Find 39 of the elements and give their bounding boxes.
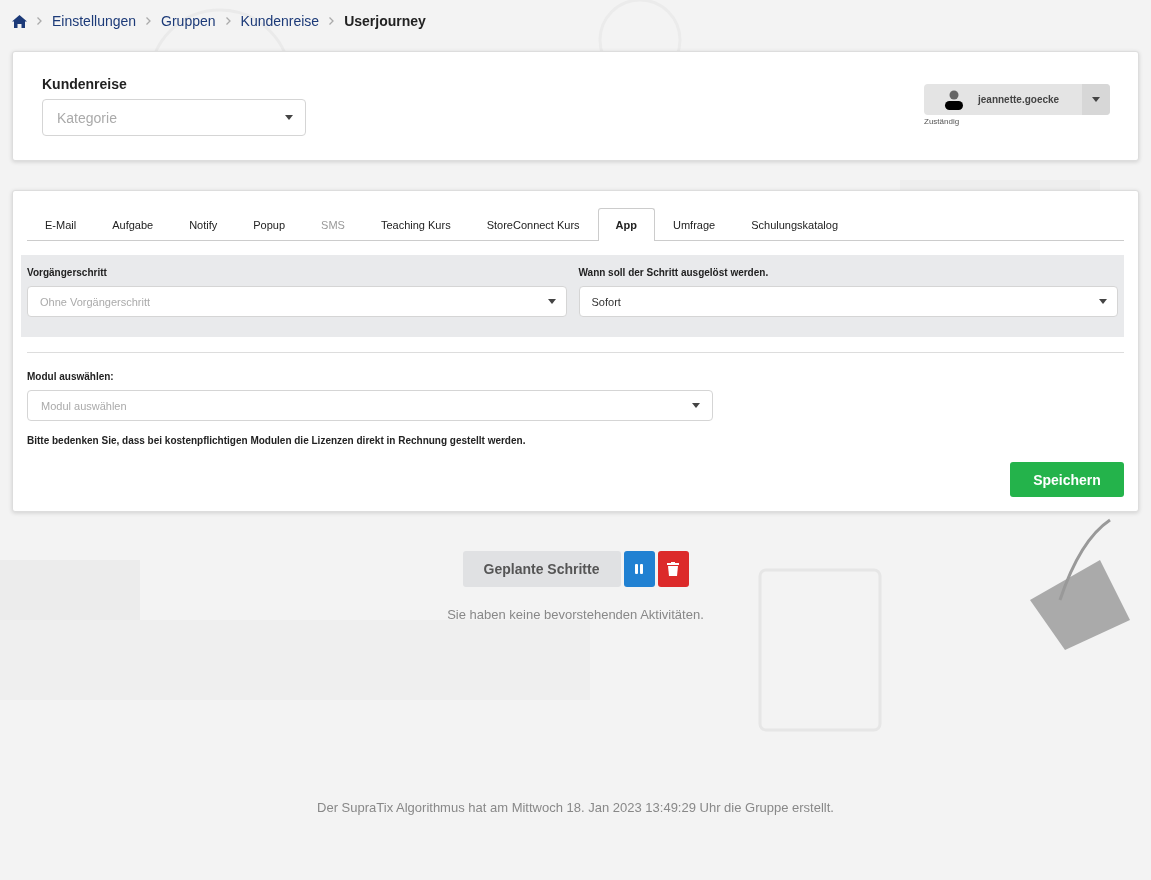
field-label: Wann soll der Schritt ausgelöst werden. [578, 267, 770, 278]
tab[interactable]: Notify [171, 208, 236, 241]
caret-icon [285, 115, 293, 120]
tab[interactable]: Aufgabe [94, 208, 172, 241]
person-icon [944, 89, 964, 110]
dropdown-toggle[interactable] [1082, 84, 1110, 115]
caret-icon [1092, 97, 1100, 102]
breadcrumb-current: Userjourney [344, 13, 426, 29]
pause-icon [633, 562, 645, 576]
tab[interactable]: Schulungskatalog [733, 208, 856, 241]
caret-icon [692, 403, 700, 408]
tab[interactable]: Popup [235, 208, 304, 241]
home-icon[interactable] [12, 14, 27, 28]
planned-steps-button[interactable]: Geplante Schritte [462, 551, 621, 587]
field-label: Vorgängerschritt [27, 267, 108, 278]
tab[interactable]: Umfrage [655, 208, 734, 241]
tab[interactable]: StoreConnect Kurs [468, 208, 598, 241]
breadcrumb-link[interactable]: Einstellungen [52, 13, 137, 29]
caret-icon [547, 299, 556, 304]
card-title: Kundenreise [42, 76, 128, 92]
pause-button[interactable] [623, 551, 655, 587]
breadcrumb-link[interactable]: Kundenreise [240, 13, 320, 29]
breadcrumb-link[interactable]: Gruppen [161, 13, 216, 29]
assignee-caption: Zuständig [924, 117, 961, 126]
tab[interactable]: Teaching Kurs [362, 208, 469, 241]
empty-message: Sie haben keine bevorstehenden Aktivitäten. [446, 607, 705, 622]
caret-icon [1099, 299, 1107, 304]
chevron-icon [225, 17, 231, 25]
chevron-icon [146, 17, 152, 25]
field-label: Modul auswählen: [27, 371, 115, 382]
footer-text: Der SupraTix Algorithmus hat am Mittwoch 18. Jan 2023 13:49:29 Uhr die Gruppe erstellt. [316, 800, 835, 815]
license-notice: Bitte bedenken Sie, dass bei kostenpflichtigen Modulen die Lizenzen direkt in Rechnung gestellt werden. [27, 435, 527, 446]
delete-button[interactable] [657, 551, 689, 587]
tab[interactable]: E-Mail [27, 208, 95, 241]
tab[interactable]: App [597, 208, 655, 241]
chevron-icon [329, 17, 335, 25]
trash-icon [667, 562, 679, 576]
timing-dropdown[interactable]: Sofort [578, 286, 1118, 317]
chevron-icon [37, 17, 42, 25]
